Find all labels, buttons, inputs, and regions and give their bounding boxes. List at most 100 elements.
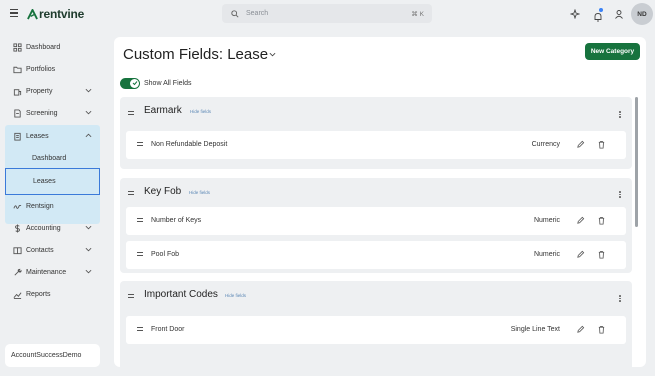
category-section: Earmark Hide fields Non Refundable Depos…	[120, 97, 632, 169]
signature-icon	[12, 201, 22, 211]
search-placeholder: Search	[246, 10, 269, 17]
category-title: Important Codes	[144, 289, 218, 300]
sidebar-item-label: Dashboard	[26, 43, 61, 51]
more-options-icon[interactable]	[619, 111, 622, 119]
field-type: Single Line Text	[510, 326, 560, 333]
sidebar-item-portfolios[interactable]: Portfolios	[5, 59, 100, 79]
more-options-icon[interactable]	[619, 295, 622, 303]
menu-icon[interactable]	[10, 9, 18, 17]
drag-handle-icon[interactable]	[128, 111, 134, 116]
check-icon	[130, 78, 139, 88]
scrollbar[interactable]	[635, 97, 638, 227]
sidebar-item-accounting[interactable]: Accounting	[5, 218, 100, 238]
sidebar-item-label: Contacts	[26, 246, 54, 254]
chevron-down-icon	[85, 269, 92, 274]
pencil-icon[interactable]	[576, 325, 585, 334]
field-row: Front Door Single Line Text	[126, 316, 626, 344]
sidebar-item-contacts[interactable]: Contacts	[5, 240, 100, 260]
field-row: Pool Fob Numeric	[126, 241, 626, 269]
drag-handle-icon[interactable]	[128, 191, 134, 196]
main-panel: Custom Fields: Lease New Category Show A…	[114, 37, 646, 367]
trash-icon[interactable]	[597, 325, 606, 334]
hide-fields-link[interactable]: Hide fields	[225, 293, 246, 298]
drag-handle-icon[interactable]	[137, 252, 143, 257]
top-bar: rentvine Search ⌘ K ND	[0, 0, 655, 28]
sidebar-item-maintenance[interactable]: Maintenance	[5, 262, 100, 282]
sidebar-item-label: Reports	[26, 290, 51, 298]
category-section: Important Codes Hide fields Front Door S…	[120, 281, 632, 367]
avatar[interactable]: ND	[631, 3, 653, 25]
drag-handle-icon[interactable]	[137, 142, 143, 147]
sidebar-item-label: Rentsign	[26, 202, 54, 210]
field-type: Numeric	[533, 217, 560, 224]
pencil-icon[interactable]	[576, 140, 585, 149]
sidebar-item-label: Leases	[26, 132, 49, 140]
field-name: Pool Fob	[151, 251, 180, 258]
building-icon	[12, 86, 22, 96]
trash-icon[interactable]	[597, 216, 606, 225]
chevron-down-icon	[85, 88, 92, 93]
show-all-fields-label: Show All Fields	[144, 79, 192, 87]
field-name: Front Door	[151, 326, 185, 333]
drag-handle-icon[interactable]	[137, 218, 143, 223]
sidebar-item-property[interactable]: Property	[5, 81, 100, 101]
search-icon	[231, 9, 239, 18]
field-type: Numeric	[533, 251, 560, 258]
sidebar-item-label: Screening	[26, 109, 58, 117]
dollar-icon	[12, 223, 22, 233]
sidebar-item-label: Portfolios	[26, 65, 56, 73]
new-category-button[interactable]: New Category	[585, 43, 640, 60]
chart-icon	[12, 289, 22, 299]
sidebar-item-dashboard[interactable]: Dashboard	[5, 37, 100, 57]
sidebar-subitem-leases-dashboard[interactable]: Dashboard	[5, 147, 100, 169]
more-options-icon[interactable]	[619, 191, 622, 199]
category-title: Earmark	[144, 105, 182, 116]
field-row: Non Refundable Deposit Currency	[126, 131, 626, 159]
chevron-down-icon[interactable]	[269, 51, 276, 58]
pencil-icon[interactable]	[576, 216, 585, 225]
trash-icon[interactable]	[597, 250, 606, 259]
search-input[interactable]: Search ⌘ K	[222, 4, 432, 23]
drag-handle-icon[interactable]	[128, 294, 134, 299]
chevron-up-icon	[85, 133, 92, 138]
sidebar: Dashboard Portfolios Property Screening …	[0, 28, 108, 376]
contacts-icon	[12, 245, 22, 255]
grid-icon	[12, 42, 22, 52]
hide-fields-link[interactable]: Hide fields	[190, 109, 211, 114]
clipboard-icon	[12, 131, 22, 141]
category-title: Key Fob	[144, 186, 182, 197]
sparkle-icon[interactable]	[570, 9, 580, 19]
field-type: Currency	[531, 141, 560, 148]
chevron-down-icon	[85, 225, 92, 230]
sidebar-item-label: Property	[26, 87, 53, 95]
sidebar-item-label: Maintenance	[26, 268, 67, 276]
notifications-button[interactable]	[593, 8, 603, 22]
sidebar-item-rentsign[interactable]: Rentsign	[5, 196, 100, 216]
drag-handle-icon[interactable]	[137, 327, 143, 332]
account-switcher[interactable]: AccountSuccessDemo	[5, 344, 100, 367]
hide-fields-link[interactable]: Hide fields	[189, 190, 210, 195]
pencil-icon[interactable]	[576, 250, 585, 259]
category-section: Key Fob Hide fields Number of Keys Numer…	[120, 178, 632, 273]
user-icon[interactable]	[614, 9, 624, 19]
trash-icon[interactable]	[597, 140, 606, 149]
rentvine-logo-icon	[27, 8, 38, 19]
bell-icon	[594, 13, 602, 22]
field-row: Number of Keys Numeric	[126, 207, 626, 235]
sidebar-item-leases[interactable]: Leases	[5, 126, 100, 146]
chevron-down-icon	[85, 110, 92, 115]
field-name: Number of Keys	[151, 217, 202, 224]
logo[interactable]: rentvine	[27, 6, 84, 22]
search-shortcut: ⌘ K	[411, 10, 424, 18]
chevron-down-icon	[85, 247, 92, 252]
page-title: Custom Fields: Lease	[123, 46, 269, 63]
logo-text: rentvine	[39, 7, 85, 21]
show-all-fields-toggle[interactable]	[120, 77, 140, 89]
show-all-fields-row: Show All Fields	[120, 77, 191, 89]
field-name: Non Refundable Deposit	[151, 141, 228, 148]
sidebar-subitem-leases[interactable]: Leases	[5, 168, 100, 195]
sidebar-item-screening[interactable]: Screening	[5, 103, 100, 123]
sidebar-item-reports[interactable]: Reports	[5, 284, 100, 304]
wrench-icon	[12, 267, 22, 277]
folder-icon	[12, 64, 22, 74]
